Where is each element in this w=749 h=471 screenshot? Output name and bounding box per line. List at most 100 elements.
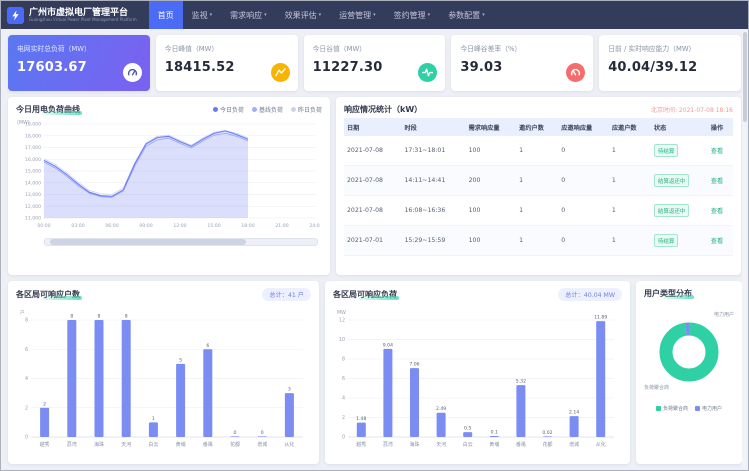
view-link[interactable]: 查看 bbox=[711, 178, 723, 185]
kpi-row: 电网实时总负荷（MW）17603.67今日峰值（MW）18415.52今日谷值（… bbox=[8, 35, 741, 91]
donut-callout-aggregator: 负荷聚合商 bbox=[644, 384, 669, 391]
view-link[interactable]: 查看 bbox=[711, 208, 723, 215]
svg-text:荔湾: 荔湾 bbox=[67, 441, 77, 448]
district-load-panel: 各区局可响应负荷 总计：40.04 MW 024681012MW1.48越秀9.… bbox=[325, 281, 630, 464]
bottom-row: 各区局可响应户数 总计：41 户 02468户2越秀8荔湾8海珠8天河1白云5黄… bbox=[8, 281, 741, 464]
legend-label: 负荷聚合商 bbox=[663, 405, 688, 412]
svg-text:2: 2 bbox=[25, 405, 28, 411]
peak-icon bbox=[271, 63, 290, 82]
cell-resp_users: 1 bbox=[609, 136, 651, 166]
nav-item-4[interactable]: 效果评估▾ bbox=[276, 1, 331, 29]
svg-text:越秀: 越秀 bbox=[40, 441, 50, 448]
view-link[interactable]: 查看 bbox=[711, 148, 723, 155]
status-badge: 待结算 bbox=[654, 144, 679, 157]
svg-text:天河: 天河 bbox=[121, 441, 131, 448]
svg-text:5.32: 5.32 bbox=[516, 379, 526, 385]
legend-item[interactable]: 昨日负荷 bbox=[291, 105, 322, 114]
nav-item-1[interactable]: 首页 bbox=[149, 1, 183, 29]
svg-text:8: 8 bbox=[342, 357, 345, 363]
svg-text:9.04: 9.04 bbox=[383, 342, 393, 348]
cell-date: 2021-07-08 bbox=[344, 136, 401, 166]
legend-label: 今日负荷 bbox=[220, 105, 244, 114]
page-scrollbar[interactable] bbox=[742, 30, 747, 468]
svg-text:0: 0 bbox=[25, 435, 28, 441]
user-type-panel: 用户类型分布 电力用户 负荷聚合商 负荷聚合商电力用户 bbox=[636, 281, 742, 464]
district-households-panel: 各区局可响应户数 总计：41 户 02468户2越秀8荔湾8海珠8天河1白云5黄… bbox=[8, 281, 319, 464]
user-type-header: 用户类型分布 bbox=[644, 288, 734, 299]
svg-text:8: 8 bbox=[25, 318, 28, 324]
nav-item-3[interactable]: 需求响应▾ bbox=[221, 1, 276, 29]
svg-text:12: 12 bbox=[339, 318, 345, 324]
cell-resp_users: 1 bbox=[609, 166, 651, 196]
load-curve-chart: 19,00018,00017,00016,00015,00014,00013,0… bbox=[16, 118, 320, 232]
svg-text:0.1: 0.1 bbox=[491, 430, 498, 436]
svg-text:24:00: 24:00 bbox=[309, 223, 320, 229]
svg-text:番禺: 番禺 bbox=[516, 441, 526, 448]
cell-date: 2021-07-01 bbox=[344, 226, 401, 256]
district-households-chart: 02468户2越秀8荔湾8海珠8天河1白云5黄埔6番禺0花都0增城3从化 bbox=[16, 304, 309, 452]
svg-text:0.5: 0.5 bbox=[464, 426, 471, 432]
legend-item[interactable]: 今日负荷 bbox=[213, 105, 244, 114]
nav-menu: 首页监视▾需求响应▾效果评估▾运营管理▾签约管理▾参数配置▾ bbox=[149, 1, 494, 29]
svg-text:番禺: 番禺 bbox=[203, 441, 213, 448]
kpi-label: 日前 / 实时响应能力（MW） bbox=[608, 43, 732, 53]
kpi-card-1: 电网实时总负荷（MW）17603.67 bbox=[8, 35, 150, 91]
svg-text:1.48: 1.48 bbox=[356, 416, 366, 422]
brand: 广州市虚拟电厂管理平台 Guangzhou Virtual Power Plan… bbox=[29, 8, 137, 23]
legend-item[interactable]: 电力用户 bbox=[695, 405, 722, 412]
svg-text:海珠: 海珠 bbox=[94, 441, 104, 448]
svg-text:15,000: 15,000 bbox=[25, 169, 41, 175]
chevron-down-icon: ▾ bbox=[264, 12, 267, 18]
svg-text:2.14: 2.14 bbox=[569, 410, 579, 416]
chevron-down-icon: ▾ bbox=[482, 12, 485, 18]
page-scrollbar-thumb[interactable] bbox=[743, 32, 747, 122]
nav-item-5[interactable]: 运营管理▾ bbox=[330, 1, 385, 29]
legend-swatch bbox=[656, 406, 661, 411]
cell-invited: 1 bbox=[516, 136, 558, 166]
chevron-down-icon: ▾ bbox=[373, 12, 376, 18]
response-stats-header: 响应情况统计（kW） 北京时间: 2021-07-08 18:16 bbox=[344, 104, 733, 115]
rate-icon bbox=[566, 63, 585, 82]
main-content: 电网实时总负荷（MW）17603.67今日峰值（MW）18415.52今日谷值（… bbox=[1, 29, 748, 470]
user-type-donut-wrap: 电力用户 负荷聚合商 bbox=[644, 307, 734, 399]
svg-text:0: 0 bbox=[234, 430, 237, 436]
svg-text:09:00: 09:00 bbox=[139, 223, 152, 229]
chart-zoom-slider-range[interactable] bbox=[50, 239, 246, 245]
svg-text:6: 6 bbox=[342, 376, 345, 382]
nav-item-label: 需求响应 bbox=[230, 10, 262, 21]
nav-item-2[interactable]: 监视▾ bbox=[183, 1, 222, 29]
app-subtitle: Guangzhou Virtual Power Plant Management… bbox=[29, 18, 137, 23]
chart-zoom-slider[interactable] bbox=[44, 238, 318, 246]
view-link[interactable]: 查看 bbox=[711, 238, 723, 245]
svg-text:户: 户 bbox=[20, 309, 25, 316]
table-row: 2021-07-0817:31~18:01100101待结算查看 bbox=[344, 136, 733, 166]
kpi-label: 今日谷值（MW） bbox=[313, 43, 437, 53]
svg-text:增城: 增城 bbox=[257, 441, 267, 448]
district-load-chart: 024681012MW1.48越秀9.04荔湾7.06海珠2.49天河0.5白云… bbox=[333, 304, 620, 452]
valley-icon bbox=[418, 63, 437, 82]
legend-item[interactable]: 基线负荷 bbox=[252, 105, 283, 114]
legend-item[interactable]: 负荷聚合商 bbox=[656, 405, 688, 412]
column-header: 应邀响应量 bbox=[558, 118, 609, 136]
status-badge: 待结算 bbox=[654, 234, 679, 247]
nav-item-6[interactable]: 签约管理▾ bbox=[385, 1, 440, 29]
nav-item-label: 签约管理 bbox=[394, 10, 426, 21]
svg-text:白云: 白云 bbox=[463, 441, 473, 448]
svg-text:从化: 从化 bbox=[284, 441, 294, 448]
response-stats-panel: 响应情况统计（kW） 北京时间: 2021-07-08 18:16 日期时段需求… bbox=[336, 97, 741, 275]
load-curve-panel: 今日用电负荷曲线 今日负荷基线负荷昨日负荷 (MW) 19,00018,0001… bbox=[8, 97, 330, 275]
nav-item-label: 参数配置 bbox=[448, 10, 480, 21]
gauge-icon bbox=[123, 63, 142, 82]
load-curve-legend: 今日负荷基线负荷昨日负荷 bbox=[213, 105, 322, 114]
app-logo-icon bbox=[7, 7, 24, 24]
svg-text:0: 0 bbox=[261, 430, 264, 436]
response-table-body: 2021-07-0817:31~18:01100101待结算查看2021-07-… bbox=[344, 136, 733, 256]
svg-text:12,000: 12,000 bbox=[25, 204, 41, 210]
load-curve-header: 今日用电负荷曲线 今日负荷基线负荷昨日负荷 bbox=[16, 104, 322, 115]
column-header: 状态 bbox=[651, 118, 708, 136]
svg-text:06:00: 06:00 bbox=[105, 223, 118, 229]
response-table-head: 日期时段需求响应量邀约户数应邀响应量应邀户数状态操作 bbox=[344, 118, 733, 136]
svg-text:从化: 从化 bbox=[596, 441, 606, 448]
nav-item-7[interactable]: 参数配置▾ bbox=[439, 1, 494, 29]
nav-item-label: 监视 bbox=[192, 10, 208, 21]
